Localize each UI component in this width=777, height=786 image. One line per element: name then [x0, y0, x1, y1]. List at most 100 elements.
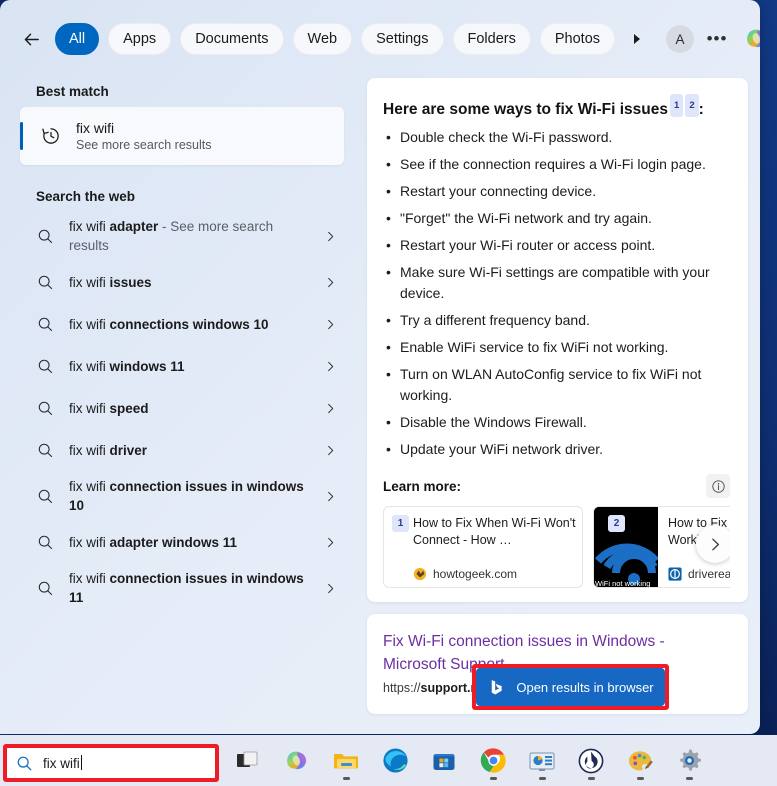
- back-button[interactable]: [16, 24, 46, 54]
- filter-chip-folders[interactable]: Folders: [452, 23, 531, 55]
- answer-bullet: Update your WiFi network driver.: [383, 439, 730, 460]
- web-suggestion-item[interactable]: fix wifi driver: [20, 430, 344, 470]
- web-suggestion-item[interactable]: fix wifi connection issues in windows 11: [20, 564, 344, 612]
- web-suggestion-item[interactable]: fix wifi connections windows 10: [20, 304, 344, 344]
- answer-bullet: "Forget" the Wi-Fi network and try again…: [383, 208, 730, 229]
- source-card-1-body: How to Fix When Wi-Fi Won't Connect - Ho…: [409, 507, 582, 587]
- more-options-button[interactable]: •••: [703, 25, 731, 53]
- filter-chip-settings[interactable]: Settings: [361, 23, 444, 55]
- web-suggestion-label: fix wifi issues: [69, 274, 152, 290]
- suggestion-chevron-wrap[interactable]: [322, 444, 338, 457]
- suggestion-chevron-wrap[interactable]: [322, 318, 338, 331]
- answer-heading-text: Here are some ways to fix Wi-Fi issues: [383, 101, 669, 119]
- web-suggestion-item[interactable]: fix wifi adapter windows 11: [20, 522, 344, 562]
- taskbar-presentation-app-button[interactable]: [526, 739, 558, 783]
- wifi-thumbnail-icon: WiFi not working: [594, 507, 658, 588]
- search-icon-wrap: [30, 580, 60, 597]
- source-card-2-thumbnail: WiFi not working 2: [594, 507, 658, 588]
- search-icon: [38, 359, 52, 373]
- taskbar-search-box[interactable]: fix wifi: [7, 748, 215, 778]
- best-match-label: Best match: [36, 84, 109, 99]
- carousel-next-button[interactable]: [696, 525, 730, 564]
- taskbar-copilot-button[interactable]: [281, 739, 313, 783]
- filter-chip-apps[interactable]: Apps: [108, 23, 172, 55]
- chevron-right-icon: [327, 319, 333, 329]
- web-suggestion-item[interactable]: fix wifi windows 11: [20, 346, 344, 386]
- filter-chip-documents[interactable]: Documents: [180, 23, 284, 55]
- web-suggestion-label: fix wifi windows 11: [69, 358, 185, 374]
- taskbar-running-indicator: [685, 776, 693, 780]
- web-suggestion-label: fix wifi adapter - See more search resul…: [69, 219, 274, 253]
- chevron-right-icon: [327, 491, 333, 501]
- web-suggestion-item[interactable]: fix wifi connection issues in windows 10: [20, 472, 344, 520]
- taskbar-paint-button[interactable]: [624, 739, 656, 783]
- taskbar-running-indicator: [636, 776, 644, 780]
- source-card-1[interactable]: 1 How to Fix When Wi-Fi Won't Connect - …: [383, 506, 583, 589]
- taskbar-microsoft-store-button[interactable]: [428, 739, 460, 783]
- search-filter-header: All Apps Documents Web Settings Folders …: [0, 0, 760, 78]
- user-avatar[interactable]: A: [666, 25, 695, 53]
- svg-text:WiFi not working: WiFi not working: [595, 579, 650, 587]
- search-icon-wrap: [30, 274, 60, 291]
- citation-badge-1[interactable]: 1: [670, 94, 684, 117]
- web-suggestion-item[interactable]: fix wifi adapter - See more search resul…: [20, 212, 344, 260]
- learn-more-row: Learn more:: [383, 474, 730, 499]
- suggestion-bold-part: connections windows 10: [109, 316, 269, 332]
- microsoft-store-icon: [433, 753, 455, 770]
- search-icon-wrap: [30, 358, 60, 375]
- taskbar-file-explorer-button[interactable]: [330, 739, 362, 783]
- taskbar-settings-button[interactable]: [673, 739, 705, 783]
- suggestion-bold-part: adapter windows 11: [109, 534, 238, 550]
- more-filters-button[interactable]: [626, 24, 648, 54]
- chevron-right-icon: [327, 403, 333, 413]
- answer-bullet: Restart your connecting device.: [383, 181, 730, 202]
- search-icon-wrap: [30, 442, 60, 459]
- answer-bullet: Make sure Wi-Fi settings are compatible …: [383, 262, 730, 304]
- search-icon: [38, 229, 52, 243]
- search-input-value[interactable]: fix wifi: [43, 756, 80, 771]
- suggestion-chevron-wrap[interactable]: [322, 230, 338, 243]
- search-icon-wrap: [30, 534, 60, 551]
- filter-chip-all[interactable]: All: [55, 23, 100, 55]
- info-button[interactable]: [706, 474, 730, 499]
- source-cards-strip: 1 How to Fix When Wi-Fi Won't Connect - …: [383, 506, 730, 589]
- taskbar-mattermost-button[interactable]: [575, 739, 607, 783]
- search-flyout-panel: All Apps Documents Web Settings Folders …: [0, 0, 760, 734]
- chevron-right-icon: [327, 537, 333, 547]
- search-icon: [38, 275, 52, 289]
- chevron-right-icon: [327, 445, 333, 455]
- taskbar-chrome-button[interactable]: [477, 739, 509, 783]
- suggestion-chevron-wrap[interactable]: [322, 402, 338, 415]
- chevron-right-icon: [327, 277, 333, 287]
- answer-bullet: See if the connection requires a Wi-Fi l…: [383, 154, 730, 175]
- suggestion-chevron-wrap[interactable]: [322, 582, 338, 595]
- chevron-right-icon: [327, 583, 333, 593]
- taskbar-task-view-button[interactable]: [232, 739, 264, 783]
- taskbar-edge-button[interactable]: [379, 739, 411, 783]
- suggestion-bold-part: connection issues in windows 10: [69, 479, 304, 513]
- url-prefix: https://: [383, 681, 421, 696]
- copilot-button[interactable]: [742, 24, 760, 54]
- suggestion-chevron-wrap[interactable]: [322, 490, 338, 503]
- mattermost-icon: [578, 748, 604, 773]
- taskbar-running-indicator: [342, 776, 350, 780]
- suggestion-chevron-wrap[interactable]: [322, 360, 338, 373]
- source-card-2-badge: 2: [608, 515, 625, 533]
- web-suggestion-label: fix wifi driver: [69, 442, 148, 458]
- web-suggestion-item[interactable]: fix wifi issues: [20, 262, 344, 302]
- settings-gear-icon: [679, 749, 701, 771]
- drivereasy-favicon: [668, 567, 682, 581]
- best-match-item[interactable]: fix wifi See more search results: [20, 107, 344, 165]
- answer-bullet: Try a different frequency band.: [383, 310, 730, 331]
- suggestion-chevron-wrap[interactable]: [322, 276, 338, 289]
- web-suggestion-item[interactable]: fix wifi speed: [20, 388, 344, 428]
- open-results-in-browser-button[interactable]: Open results in browser: [476, 668, 665, 706]
- filter-chip-web[interactable]: Web: [292, 23, 353, 55]
- citation-badge-2[interactable]: 2: [685, 94, 699, 117]
- chevron-right-icon: [327, 361, 333, 371]
- taskbar-icon-strip: [232, 735, 705, 786]
- filter-chip-photos[interactable]: Photos: [539, 23, 616, 55]
- open-results-highlight-box: Open results in browser: [472, 664, 669, 710]
- paint-icon: [628, 750, 653, 771]
- suggestion-chevron-wrap[interactable]: [322, 536, 338, 549]
